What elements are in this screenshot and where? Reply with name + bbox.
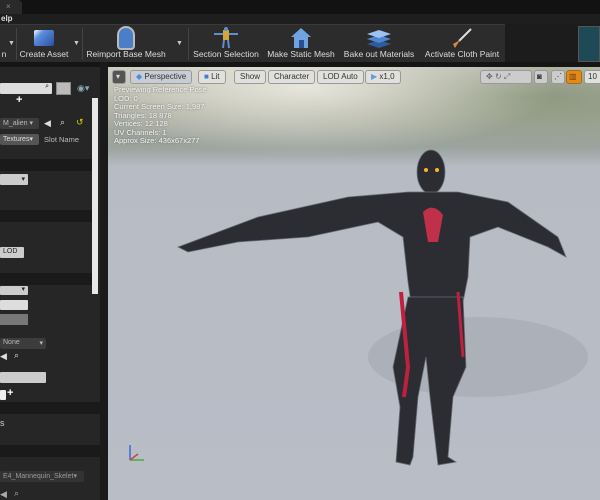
none-dropdown[interactable]: None ▾ — [0, 338, 46, 349]
brush-icon — [422, 27, 502, 49]
add-icon[interactable]: + — [16, 94, 22, 106]
asset-field[interactable] — [0, 300, 28, 310]
search-input[interactable]: ⌕ — [0, 83, 52, 94]
browse-search-icon[interactable]: ⌕ — [14, 350, 19, 361]
separator — [82, 28, 83, 60]
add-icon[interactable]: + — [7, 387, 13, 399]
reset-icon[interactable]: ↺ — [76, 117, 84, 128]
dropdown[interactable]: ▾ — [0, 174, 28, 185]
tab-strip: × — [0, 0, 600, 14]
wide-button[interactable] — [0, 372, 46, 383]
use-selected-arrow-icon[interactable]: ◀ — [0, 351, 7, 362]
scrollbar[interactable] — [92, 98, 98, 294]
save-button[interactable]: n — [0, 27, 8, 61]
editor-tab[interactable]: × — [0, 0, 22, 14]
menu-help[interactable]: elp — [1, 14, 13, 23]
eye-icon[interactable]: ◉▾ — [77, 83, 89, 94]
skeleton-dropdown[interactable]: E4_Mannequin_Skelet▾ — [0, 471, 84, 482]
reimport-icon — [85, 27, 167, 49]
chevron-down-icon[interactable]: ▼ — [176, 40, 183, 47]
section-header[interactable] — [0, 210, 92, 222]
details-panel: ⌕ ◉▾ + M_alien ▾ ◀ ⌕ ↺ Textures▾ Slot Na… — [0, 67, 100, 500]
make-static-mesh-button[interactable]: Make Static Mesh — [266, 27, 336, 61]
grid-view-icon[interactable] — [56, 82, 71, 95]
create-asset-icon — [18, 27, 70, 49]
dropdown[interactable]: ▾ — [0, 286, 28, 295]
slot-name-label: Slot Name — [44, 135, 80, 144]
activate-cloth-paint-button[interactable]: Activate Cloth Paint — [422, 27, 502, 61]
use-selected-arrow-icon[interactable]: ◀ — [0, 489, 7, 500]
browse-search-icon[interactable]: ⌕ — [14, 488, 19, 499]
textures-dropdown[interactable]: Textures▾ — [0, 134, 39, 145]
menu-bar: elp — [0, 14, 600, 24]
axis-gizmo-icon — [129, 445, 144, 461]
section-header[interactable] — [0, 273, 92, 285]
lod-button[interactable]: LOD — [0, 247, 24, 258]
separator — [16, 28, 17, 60]
chevron-down-icon[interactable]: ▼ — [73, 40, 80, 47]
separator — [188, 28, 189, 60]
close-icon[interactable]: × — [6, 2, 11, 11]
section-text: s — [0, 418, 5, 428]
section-header[interactable] — [0, 445, 100, 457]
preview-scene-thumbnail[interactable] — [578, 26, 600, 62]
browse-search-icon[interactable]: ⌕ — [60, 117, 65, 128]
bake-out-materials-button[interactable]: Bake out Materials — [340, 27, 418, 61]
section-header[interactable] — [0, 159, 92, 171]
create-asset-button[interactable]: Create Asset — [18, 27, 70, 61]
array-field[interactable] — [0, 390, 6, 400]
alien-character-mesh — [177, 149, 588, 466]
use-selected-arrow-icon[interactable]: ◀ — [44, 118, 51, 129]
section-header[interactable] — [0, 402, 100, 414]
toolbar: n ▼ Create Asset ▼ Reimport Base Mesh ▼ … — [0, 24, 505, 62]
material-dropdown[interactable]: M_alien ▾ — [0, 118, 39, 129]
layers-icon — [340, 27, 418, 49]
house-icon — [266, 27, 336, 49]
disabled-field — [0, 314, 28, 325]
section-selection-button[interactable]: Section Selection — [192, 27, 260, 61]
viewport[interactable]: ▾ ◆ Perspective ■ Lit Show Character LOD… — [108, 67, 600, 500]
section-selection-icon — [192, 27, 260, 49]
search-icon: ⌕ — [45, 83, 49, 90]
panel-splitter[interactable] — [100, 62, 108, 500]
chevron-down-icon[interactable]: ▼ — [8, 40, 15, 47]
reimport-base-mesh-button[interactable]: Reimport Base Mesh — [85, 27, 167, 61]
